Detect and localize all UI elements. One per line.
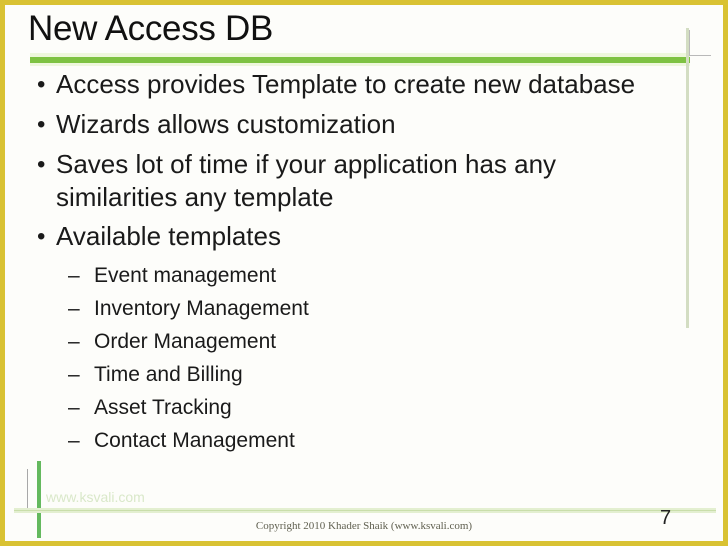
sub-bullet-item: – Inventory Management <box>68 293 678 325</box>
sub-bullet-item: – Event management <box>68 260 678 292</box>
bullet-text: Available templates <box>56 221 281 251</box>
title-divider-core <box>30 57 690 63</box>
bullet-text: Access provides Template to create new d… <box>56 69 636 99</box>
sub-bullet-item: – Time and Billing <box>68 359 678 391</box>
copyright-notice: Copyright 2010 Khader Shaik (www.ksvali.… <box>255 520 473 532</box>
slide-border-right <box>723 0 728 546</box>
bullet-marker-icon: • <box>37 71 46 98</box>
watermark-text: www.ksvali.com <box>46 489 145 505</box>
bullet-item: • Wizards allows customization <box>30 108 678 142</box>
bullet-text: Saves lot of time if your application ha… <box>56 149 557 212</box>
sub-bullet-text: Asset Tracking <box>94 396 232 419</box>
bullet-marker-icon: • <box>37 151 46 178</box>
presentation-slide: New Access DB • Access provides Template… <box>0 0 728 546</box>
page-number: 7 <box>660 507 672 529</box>
sub-bullet-text: Contact Management <box>94 429 295 452</box>
slide-body-content: • Access provides Template to create new… <box>30 68 678 458</box>
sub-bullet-list: – Event management – Inventory Managemen… <box>68 260 678 457</box>
sub-bullet-text: Event management <box>94 264 277 287</box>
sub-bullet-marker-icon: – <box>68 429 80 452</box>
sub-bullet-item: – Order Management <box>68 326 678 358</box>
sub-bullet-marker-icon: – <box>68 396 80 419</box>
sub-bullet-text: Inventory Management <box>94 297 309 320</box>
sub-bullet-item: – Contact Management <box>68 425 678 457</box>
right-accent-line <box>686 28 689 328</box>
bullet-text: Wizards allows customization <box>56 109 396 139</box>
sub-bullet-marker-icon: – <box>68 297 80 320</box>
sub-bullet-marker-icon: – <box>68 330 80 353</box>
bullet-marker-icon: • <box>37 111 46 138</box>
bullet-item: • Available templates <box>30 220 678 254</box>
slide-title: New Access DB <box>28 9 274 48</box>
sub-bullet-text: Time and Billing <box>94 363 243 386</box>
bullet-marker-icon: • <box>37 223 46 250</box>
sub-bullet-marker-icon: – <box>68 363 80 386</box>
title-divider <box>30 53 690 66</box>
right-corner-bracket-icon <box>689 30 711 56</box>
bullet-item: • Saves lot of time if your application … <box>30 148 678 214</box>
sub-bullet-text: Order Management <box>94 330 277 353</box>
footer-divider-thin <box>14 510 716 511</box>
sub-bullet-item: – Asset Tracking <box>68 392 678 424</box>
bullet-item: • Access provides Template to create new… <box>30 68 678 102</box>
slide-border-bottom <box>0 541 728 546</box>
sub-bullet-marker-icon: – <box>68 264 80 287</box>
